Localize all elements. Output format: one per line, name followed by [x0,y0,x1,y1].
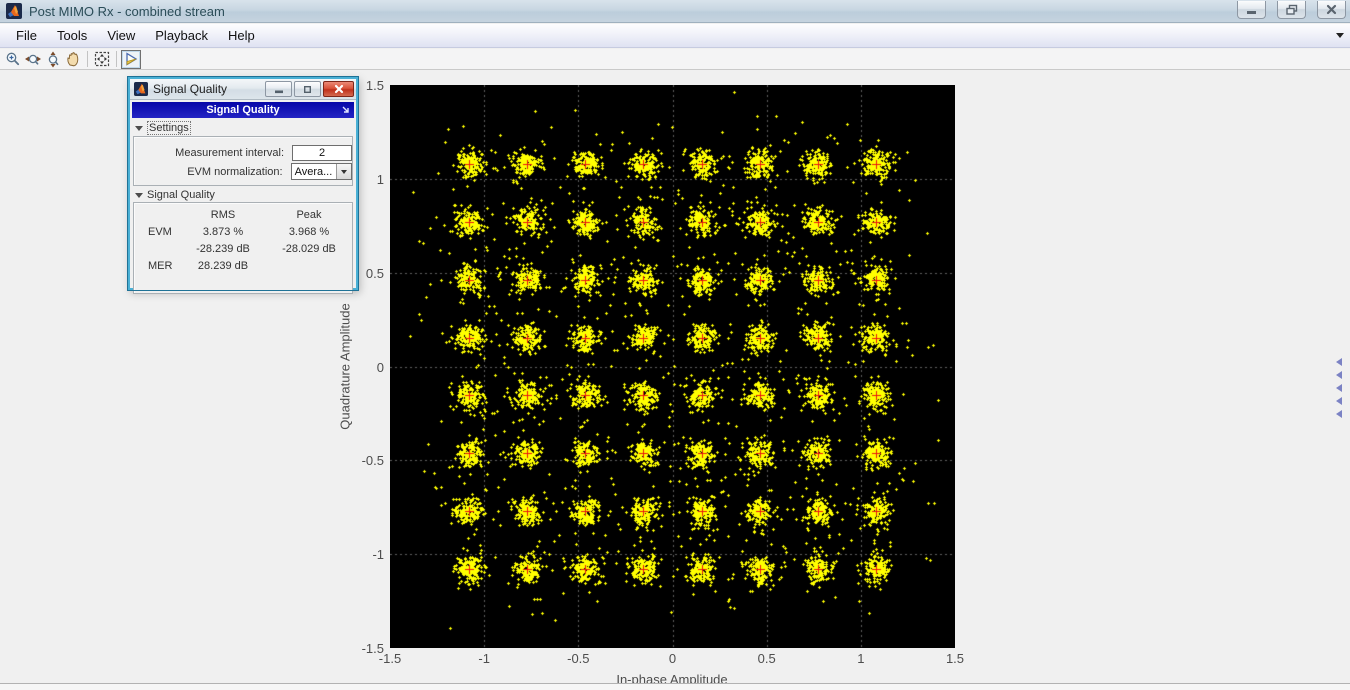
evm-rms-db-value: -28.239 dB [180,243,266,260]
app-window: Post MIMO Rx - combined stream File Tool… [0,0,1350,690]
status-bar [0,683,1350,690]
undock-arrow-icon[interactable] [342,106,350,114]
y-tick-label: -1 [340,547,384,562]
x-tick-label: 0.5 [745,651,789,666]
y-tick-label: 0 [340,360,384,375]
y-tick-label: 1.5 [340,78,384,93]
zoom-in-icon[interactable] [3,50,23,69]
toolbar-separator [87,51,88,67]
settings-expander[interactable]: Settings [135,121,356,135]
settings-panel: Measurement interval: EVM normalization:… [133,136,353,186]
dialog-title-bar[interactable]: Signal Quality [130,79,356,100]
panel-expand-handle[interactable] [1336,358,1342,418]
fit-to-view-icon[interactable] [92,50,112,69]
evm-rms-value: 3.873 % [180,226,266,243]
y-tick-label: 0.5 [340,266,384,281]
dialog-panel-header[interactable]: Signal Quality [132,102,354,118]
evm-normalization-label: EVM normalization: [134,166,283,178]
close-icon[interactable] [1317,1,1346,19]
menu-help[interactable]: Help [218,25,265,46]
menu-bar: File Tools View Playback Help [0,24,1350,48]
pan-icon[interactable] [63,50,83,69]
table-row: EVM 3.873 % 3.968 % [134,226,352,243]
matlab-app-icon [6,3,22,19]
table-header-row: RMS Peak [134,209,352,226]
signal-quality-expander-label: Signal Quality [147,189,215,201]
menu-playback[interactable]: Playback [145,25,218,46]
measurement-interval-input[interactable] [292,145,352,161]
title-bar: Post MIMO Rx - combined stream [0,0,1350,23]
x-tick-label: 1 [839,651,883,666]
left-arrow-icon [1336,384,1342,392]
measurement-interval-label: Measurement interval: [134,147,284,159]
zoom-y-icon[interactable] [43,50,63,69]
col-header-peak: Peak [266,209,352,226]
collapse-triangle-icon [135,126,143,131]
x-tick-label: -1 [462,651,506,666]
results-panel: RMS Peak EVM 3.873 % 3.968 % -28.239 dB … [133,202,353,294]
window-title: Post MIMO Rx - combined stream [29,4,225,19]
mer-value: 28.239 dB [180,260,266,277]
left-arrow-icon [1336,358,1342,366]
signal-quality-dialog: Signal Quality Signal Qual [128,77,358,290]
toolbar-separator [116,51,117,67]
col-header-rms: RMS [180,209,266,226]
restore-icon[interactable] [1277,1,1306,19]
evm-peak-db-value: -28.029 dB [266,243,352,260]
x-tick-label: 1.5 [933,651,977,666]
menu-overflow-arrow-icon[interactable] [1336,33,1344,38]
left-arrow-icon [1336,397,1342,405]
menu-view[interactable]: View [97,25,145,46]
collapse-triangle-icon [135,193,143,198]
settings-expander-label: Settings [147,121,191,135]
run-icon[interactable] [121,50,141,69]
table-row: MER 28.239 dB [134,260,352,277]
table-row: -28.239 dB -28.029 dB [134,243,352,260]
zoom-x-icon[interactable] [23,50,43,69]
dialog-title: Signal Quality [153,82,227,96]
row-label [134,243,180,260]
y-tick-label: 1 [340,172,384,187]
dialog-panel-header-label: Signal Quality [206,104,279,116]
constellation-plot[interactable] [390,85,955,648]
left-arrow-icon [1336,410,1342,418]
row-label: EVM [134,226,180,243]
menu-file[interactable]: File [6,25,47,46]
signal-quality-expander[interactable]: Signal Quality [135,189,356,201]
evm-normalization-value: Avera... [292,166,336,178]
dialog-minimize-icon[interactable] [265,81,292,97]
evm-peak-value: 3.968 % [266,226,352,243]
x-tick-label: -0.5 [556,651,600,666]
menu-tools[interactable]: Tools [47,25,97,46]
left-arrow-icon [1336,371,1342,379]
y-tick-label: -1.5 [340,641,384,656]
figure-area: In-phase Amplitude Quadrature Amplitude … [0,70,1350,683]
toolbar [0,49,1350,70]
dialog-restore-icon[interactable] [294,81,321,97]
minimize-icon[interactable] [1237,1,1266,19]
row-label: MER [134,260,180,277]
x-tick-label: 0 [651,651,695,666]
y-tick-label: -0.5 [340,453,384,468]
matlab-app-icon [134,82,148,96]
